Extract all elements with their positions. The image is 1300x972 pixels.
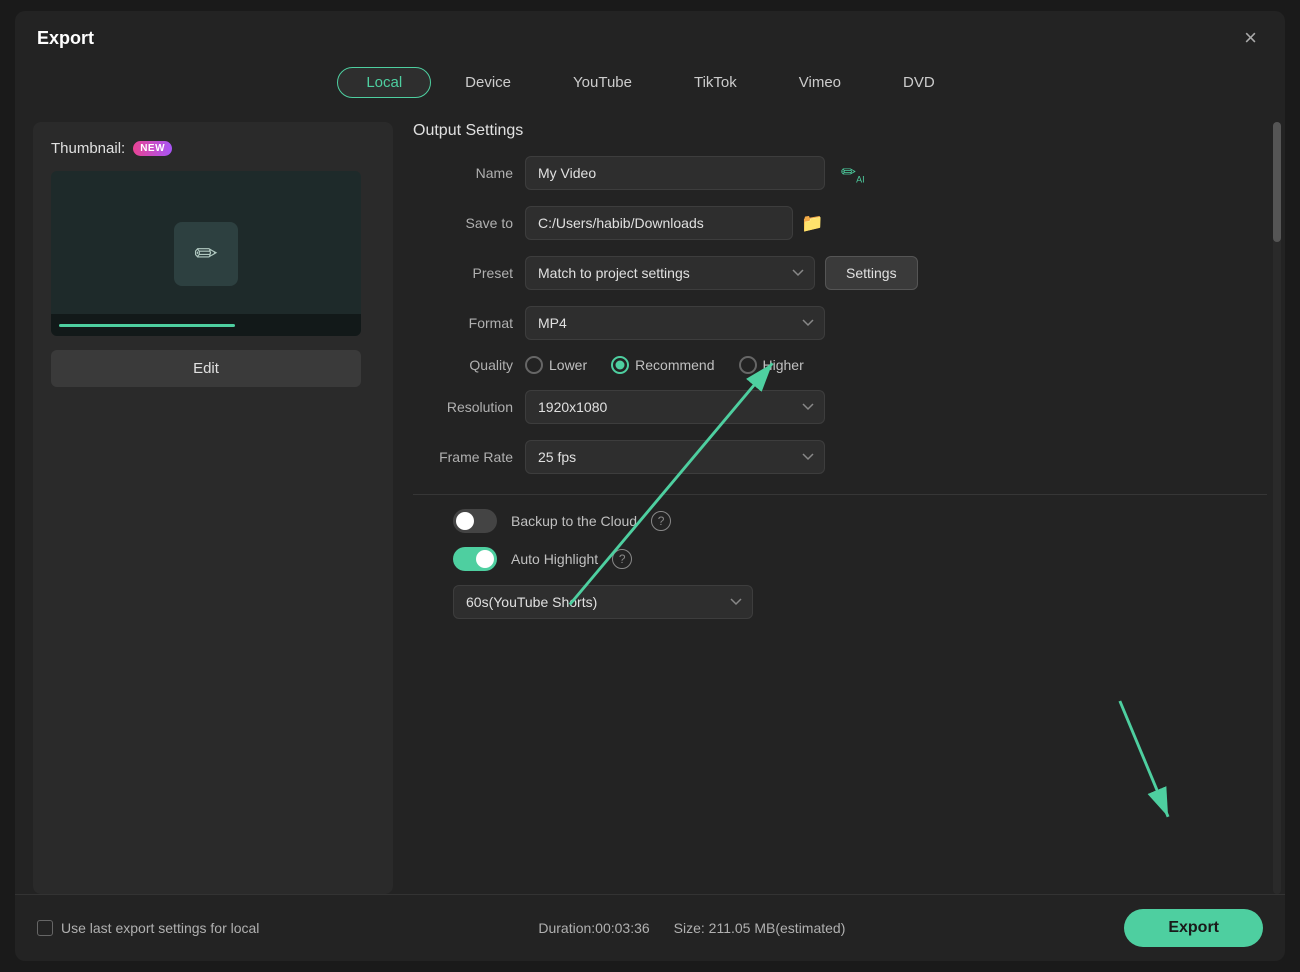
- tab-youtube[interactable]: YouTube: [545, 67, 660, 98]
- auto-highlight-help-icon[interactable]: ?: [612, 549, 632, 569]
- format-select[interactable]: MP4: [525, 306, 825, 340]
- name-input[interactable]: [525, 156, 825, 190]
- highlight-select-row: 60s(YouTube Shorts): [453, 585, 1267, 619]
- thumbnail-label-row: Thumbnail: NEW: [51, 140, 172, 157]
- tab-device[interactable]: Device: [437, 67, 539, 98]
- bottom-info: Duration:00:03:36 Size: 211.05 MB(estima…: [538, 920, 845, 936]
- quality-recommend-label[interactable]: Recommend: [611, 356, 714, 374]
- main-content: Thumbnail: NEW ✏ Edit Output Settings Na…: [15, 112, 1285, 894]
- format-row: Format MP4: [413, 306, 1267, 340]
- quality-recommend-text: Recommend: [635, 357, 714, 373]
- quality-label: Quality: [413, 357, 513, 373]
- auto-highlight-toggle-slider: [453, 547, 497, 571]
- new-badge: NEW: [133, 141, 172, 156]
- thumbnail-icon-box: ✏: [174, 222, 238, 286]
- tabs-row: Local Device YouTube TikTok Vimeo DVD: [15, 61, 1285, 112]
- quality-lower-radio[interactable]: [525, 356, 543, 374]
- size-text: Size: 211.05 MB(estimated): [674, 920, 846, 936]
- auto-highlight-toggle[interactable]: [453, 547, 497, 571]
- save-to-row: Save to 📁: [413, 206, 1267, 240]
- quality-higher-label[interactable]: Higher: [739, 356, 804, 374]
- thumbnail-bar-line: [59, 324, 235, 327]
- resolution-label: Resolution: [413, 399, 513, 415]
- resolution-row: Resolution 1920x1080: [413, 390, 1267, 424]
- export-dialog: Export × Local Device YouTube TikTok Vim…: [15, 11, 1285, 961]
- preset-input-row: Match to project settings Settings: [525, 256, 918, 290]
- pencil-icon: ✏: [194, 237, 217, 270]
- left-panel: Thumbnail: NEW ✏ Edit: [33, 122, 393, 894]
- folder-icon[interactable]: 📁: [801, 213, 823, 234]
- tab-dvd[interactable]: DVD: [875, 67, 963, 98]
- quality-options-row: Lower Recommend Higher: [525, 356, 804, 374]
- export-button[interactable]: Export: [1124, 909, 1263, 947]
- dialog-title: Export: [37, 28, 94, 49]
- duration-text: Duration:00:03:36: [538, 920, 649, 936]
- name-row: Name ✏AI: [413, 156, 1267, 190]
- tab-tiktok[interactable]: TikTok: [666, 67, 765, 98]
- auto-highlight-label: Auto Highlight: [511, 551, 598, 567]
- last-export-settings-label[interactable]: Use last export settings for local: [37, 920, 259, 936]
- highlight-select[interactable]: 60s(YouTube Shorts): [453, 585, 753, 619]
- quality-recommend-radio[interactable]: [611, 356, 629, 374]
- thumbnail-progress-bar: [51, 314, 361, 336]
- quality-higher-text: Higher: [763, 357, 804, 373]
- thumbnail-preview: ✏: [51, 171, 361, 336]
- title-bar: Export ×: [15, 11, 1285, 61]
- frame-rate-label: Frame Rate: [413, 449, 513, 465]
- ai-icon[interactable]: ✏AI: [841, 162, 865, 185]
- thumbnail-text: Thumbnail:: [51, 140, 125, 157]
- bottom-bar: Use last export settings for local Durat…: [15, 894, 1285, 961]
- quality-row: Quality Lower Recommend Higher: [413, 356, 1267, 374]
- name-label: Name: [413, 165, 513, 181]
- resolution-select[interactable]: 1920x1080: [525, 390, 825, 424]
- backup-toggle[interactable]: [453, 509, 497, 533]
- settings-button[interactable]: Settings: [825, 256, 918, 290]
- auto-highlight-row: Auto Highlight ?: [453, 547, 1267, 571]
- save-to-input-row: 📁: [525, 206, 823, 240]
- right-panel: Output Settings Name ✏AI Save to 📁: [413, 122, 1267, 894]
- scrollbar-thumb: [1273, 122, 1281, 242]
- close-button[interactable]: ×: [1238, 25, 1263, 51]
- backup-row: Backup to the Cloud ?: [453, 509, 1267, 533]
- frame-rate-select[interactable]: 25 fps: [525, 440, 825, 474]
- backup-toggle-slider: [453, 509, 497, 533]
- preset-label: Preset: [413, 265, 513, 281]
- quality-lower-text: Lower: [549, 357, 587, 373]
- edit-button[interactable]: Edit: [51, 350, 361, 387]
- last-export-settings-checkbox[interactable]: [37, 920, 53, 936]
- output-settings-title: Output Settings: [413, 122, 1267, 140]
- tab-vimeo[interactable]: Vimeo: [771, 67, 869, 98]
- format-label: Format: [413, 315, 513, 331]
- quality-higher-radio[interactable]: [739, 356, 757, 374]
- divider: [413, 494, 1267, 495]
- backup-label: Backup to the Cloud: [511, 513, 637, 529]
- preset-select[interactable]: Match to project settings: [525, 256, 815, 290]
- backup-help-icon[interactable]: ?: [651, 511, 671, 531]
- quality-lower-label[interactable]: Lower: [525, 356, 587, 374]
- save-to-input[interactable]: [525, 206, 793, 240]
- settings-grid: Name ✏AI Save to 📁 Preset: [413, 156, 1267, 474]
- preset-row: Preset Match to project settings Setting…: [413, 256, 1267, 290]
- frame-rate-row: Frame Rate 25 fps: [413, 440, 1267, 474]
- last-export-settings-text: Use last export settings for local: [61, 920, 259, 936]
- save-to-label: Save to: [413, 215, 513, 231]
- scrollbar[interactable]: [1273, 122, 1281, 894]
- tab-local[interactable]: Local: [337, 67, 431, 98]
